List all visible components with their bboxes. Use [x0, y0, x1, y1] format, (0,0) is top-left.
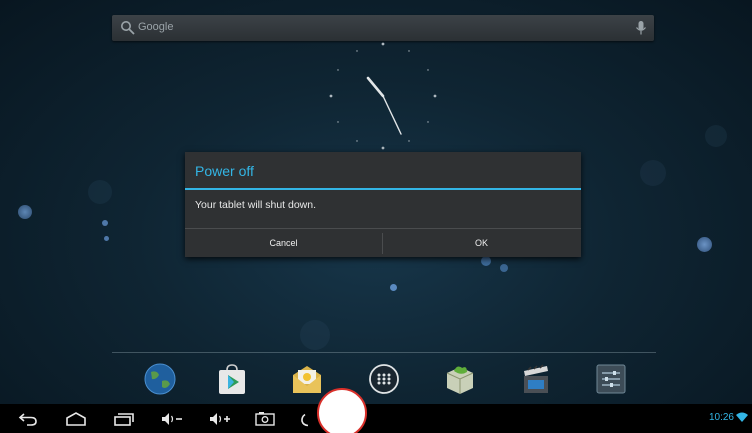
- wallpaper-bokeh: [640, 160, 666, 186]
- dialog-title: Power off: [195, 163, 254, 179]
- power-off-dialog: Power off Your tablet will shut down. Ca…: [185, 152, 581, 257]
- browser-icon[interactable]: [143, 362, 177, 396]
- search-icon: [121, 21, 135, 35]
- dialog-button-bar: Cancel OK: [185, 228, 581, 258]
- dialog-title-divider: [185, 188, 581, 190]
- video-player-icon[interactable]: [519, 362, 553, 396]
- back-icon[interactable]: [18, 411, 38, 427]
- dock-divider: [112, 352, 656, 353]
- navigation-bar: 10:26: [0, 404, 752, 433]
- wallpaper-bokeh: [500, 264, 508, 272]
- app-installer-icon[interactable]: [443, 362, 477, 396]
- wallpaper-bokeh: [88, 180, 112, 204]
- home-icon[interactable]: [65, 411, 87, 427]
- volume-up-icon[interactable]: [208, 411, 232, 427]
- cancel-button[interactable]: Cancel: [185, 229, 382, 258]
- wallpaper-bokeh: [18, 205, 32, 219]
- dialog-message: Your tablet will shut down.: [195, 199, 317, 211]
- screenshot-icon[interactable]: [254, 411, 276, 427]
- home-screen: Google Power off Your tablet will shut d…: [0, 0, 752, 433]
- play-store-icon[interactable]: [215, 362, 249, 396]
- power-icon[interactable]: [300, 411, 316, 427]
- wallpaper-bokeh: [102, 220, 108, 226]
- wallpaper-bokeh: [390, 284, 397, 291]
- wallpaper-bokeh: [104, 236, 109, 241]
- status-time: 10:26: [708, 412, 734, 423]
- wallpaper-bokeh: [705, 125, 727, 147]
- clock-hour-hand: [366, 76, 385, 98]
- analog-clock-widget[interactable]: [323, 36, 443, 156]
- touch-indicator: [317, 388, 367, 433]
- wifi-icon: [736, 412, 748, 422]
- mic-icon[interactable]: [634, 20, 648, 36]
- search-placeholder: Google: [138, 21, 174, 33]
- ok-button[interactable]: OK: [383, 229, 580, 258]
- clock-minute-hand: [382, 95, 402, 135]
- email-icon[interactable]: [290, 362, 324, 396]
- wallpaper-bokeh: [300, 320, 330, 350]
- all-apps-icon[interactable]: [367, 362, 401, 396]
- recent-apps-icon[interactable]: [113, 411, 135, 427]
- volume-down-icon[interactable]: [160, 411, 184, 427]
- wallpaper-bokeh: [697, 237, 712, 252]
- settings-icon[interactable]: [594, 362, 628, 396]
